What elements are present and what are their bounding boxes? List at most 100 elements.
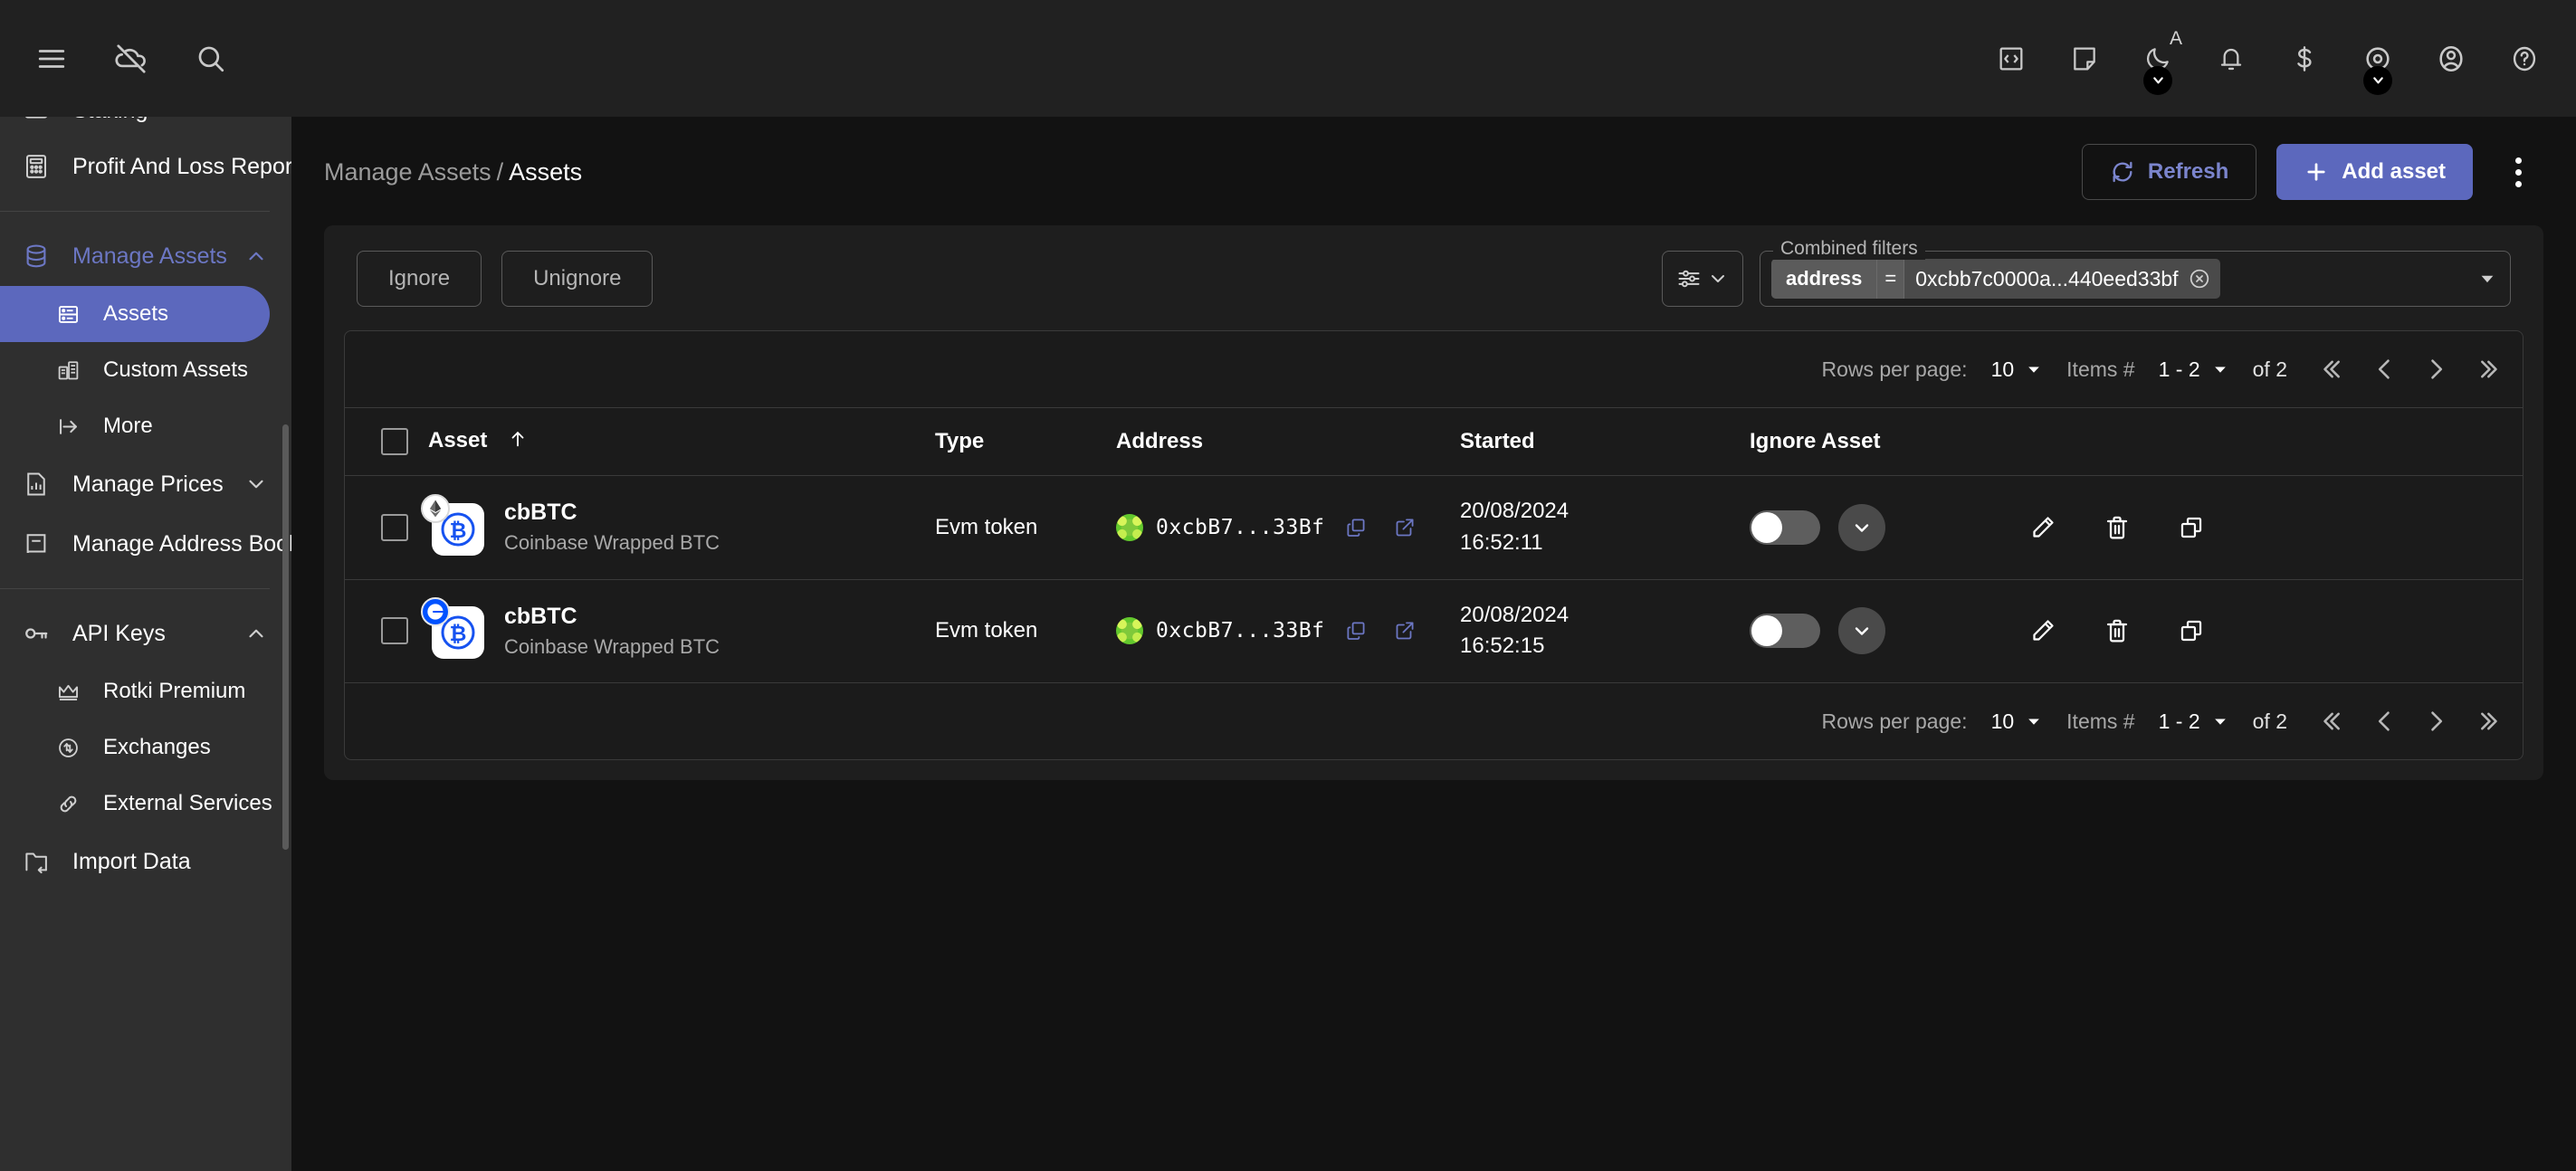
- address-cell: 0xcbB7...33Bf: [1116, 475, 1460, 580]
- breadcrumb-parent[interactable]: Manage Assets: [324, 158, 491, 186]
- ignore-options-chevron-down-icon[interactable]: [1838, 503, 1885, 551]
- asset-full-name: Coinbase Wrapped BTC: [504, 634, 720, 658]
- rows-per-page-select[interactable]: 10: [1991, 709, 2044, 734]
- duplicate-asset-icon[interactable]: [2170, 506, 2213, 549]
- filter-chip-key: address: [1771, 259, 1877, 299]
- sidebar-item-staking[interactable]: Staking: [0, 117, 291, 137]
- sidebar-item-label: More: [103, 414, 153, 438]
- sidebar-item-rotki-premium[interactable]: Rotki Premium: [0, 663, 270, 719]
- address-blockie-avatar: [1116, 617, 1143, 645]
- privacy-eye-icon[interactable]: [2352, 33, 2404, 95]
- search-icon[interactable]: [185, 33, 237, 85]
- first-page-icon[interactable]: [2322, 709, 2347, 734]
- sidebar-item-more[interactable]: More: [0, 398, 270, 454]
- custom-assets-icon: [45, 358, 91, 383]
- filter-chip-address[interactable]: address = 0xcbb7c0000a...440eed33bf: [1771, 259, 2220, 299]
- sidebar-item-manage-address-book[interactable]: Manage Address Book: [0, 514, 291, 574]
- previous-page-icon[interactable]: [2372, 709, 2398, 734]
- theme-chevron-down-icon[interactable]: [2143, 65, 2172, 95]
- column-header-type[interactable]: Type: [935, 407, 1116, 476]
- started-date: 20/08/2024: [1460, 499, 1569, 523]
- copy-address-icon[interactable]: [1338, 509, 1374, 546]
- ignore-options-chevron-down-icon[interactable]: [1838, 607, 1885, 655]
- currency-dollar-icon[interactable]: [2278, 33, 2331, 85]
- sidebar-scrollbar[interactable]: [282, 424, 289, 850]
- sidebar-group-api-keys[interactable]: API Keys: [0, 604, 291, 663]
- copy-address-icon[interactable]: [1338, 613, 1374, 649]
- open-in-explorer-icon[interactable]: [1387, 509, 1423, 546]
- row-checkbox[interactable]: [381, 617, 408, 645]
- select-all-checkbox[interactable]: [381, 428, 408, 455]
- previous-page-icon[interactable]: [2372, 357, 2398, 382]
- more-options-icon[interactable]: [2493, 147, 2543, 197]
- ignore-asset-toggle[interactable]: [1750, 614, 1820, 649]
- chevron-up-icon[interactable]: [244, 622, 268, 645]
- note-icon[interactable]: [2058, 33, 2111, 85]
- plus-icon: [2304, 159, 2329, 185]
- notifications-bell-icon[interactable]: [2205, 33, 2257, 85]
- delete-asset-icon[interactable]: [2095, 609, 2139, 652]
- next-page-icon[interactable]: [2423, 357, 2448, 382]
- menu-icon[interactable]: [25, 33, 78, 85]
- filter-toolbar: Ignore Unignore Combined filters address…: [344, 238, 2524, 307]
- select-all-header: [345, 407, 428, 476]
- filter-settings-button[interactable]: [1662, 251, 1743, 307]
- cloud-off-icon[interactable]: [105, 33, 157, 85]
- chevron-down-icon: [2025, 712, 2043, 730]
- chevron-down-icon[interactable]: [244, 472, 268, 496]
- column-header-address[interactable]: Address: [1116, 407, 1460, 476]
- sidebar-group-manage-assets[interactable]: Manage Assets: [0, 226, 291, 286]
- row-checkbox[interactable]: [381, 513, 408, 541]
- sidebar-scroll-area[interactable]: Staking Profit And Loss Report Manage As…: [0, 117, 291, 1171]
- sidebar-item-import-data[interactable]: Import Data: [0, 832, 291, 891]
- account-icon[interactable]: [2425, 33, 2477, 85]
- crown-icon: [45, 680, 91, 704]
- sidebar-item-label: Staking: [72, 117, 148, 124]
- items-total-label: of 2: [2252, 709, 2287, 733]
- table-row[interactable]: ₿ cbBTC Coinbase Wrapped BTC Evm token 0…: [345, 579, 2523, 684]
- delete-asset-icon[interactable]: [2095, 506, 2139, 549]
- chevron-up-icon[interactable]: [244, 244, 268, 268]
- open-in-explorer-icon[interactable]: [1387, 613, 1423, 649]
- chevron-down-icon: [2211, 360, 2229, 378]
- ignore-asset-toggle[interactable]: [1750, 509, 1820, 545]
- items-range-select[interactable]: 1 - 2: [2159, 357, 2229, 382]
- combined-filters-field[interactable]: Combined filters address = 0xcbb7c0000a.…: [1760, 238, 2511, 307]
- sidebar-item-profit-and-loss-report[interactable]: Profit And Loss Report: [0, 137, 291, 196]
- edit-asset-icon[interactable]: [2021, 506, 2065, 549]
- first-page-icon[interactable]: [2322, 357, 2347, 382]
- table-head: Asset Type Address Started Ignore Asset: [345, 407, 2523, 476]
- help-icon[interactable]: [2498, 33, 2551, 85]
- chevron-down-icon: [1707, 268, 1729, 290]
- svg-text:₿: ₿: [450, 519, 467, 543]
- refresh-button[interactable]: Refresh: [2081, 144, 2257, 200]
- combined-filters-dropdown-icon[interactable]: [2477, 269, 2497, 289]
- prices-chart-icon: [11, 471, 62, 498]
- items-range-select[interactable]: 1 - 2: [2159, 709, 2229, 734]
- table-row[interactable]: ₿ cbBTC Coinbase Wrapped BTC Evm token 0…: [345, 475, 2523, 580]
- sidebar-item-external-services[interactable]: External Services: [0, 776, 272, 832]
- ignore-button[interactable]: Ignore: [357, 251, 482, 307]
- privacy-chevron-down-icon[interactable]: [2363, 65, 2392, 95]
- theme-moon-icon[interactable]: A: [2132, 29, 2184, 95]
- add-asset-button[interactable]: Add asset: [2276, 144, 2473, 200]
- filter-chip-remove-icon[interactable]: [2188, 267, 2211, 290]
- rows-per-page-select[interactable]: 10: [1991, 357, 2044, 382]
- last-page-icon[interactable]: [2474, 357, 2499, 382]
- duplicate-asset-icon[interactable]: [2170, 609, 2213, 652]
- last-page-icon[interactable]: [2474, 709, 2499, 734]
- asset-icon-group: ₿: [421, 493, 484, 556]
- next-page-icon[interactable]: [2423, 709, 2448, 734]
- sidebar-item-custom-assets[interactable]: Custom Assets: [0, 342, 270, 398]
- refresh-label: Refresh: [2147, 159, 2229, 184]
- unignore-button[interactable]: Unignore: [501, 251, 654, 307]
- sidebar-item-exchanges[interactable]: Exchanges: [0, 719, 270, 776]
- sidebar-item-staking-partial[interactable]: Staking: [0, 117, 291, 137]
- sidebar-item-assets[interactable]: Assets: [0, 286, 270, 342]
- code-icon[interactable]: [1985, 33, 2037, 85]
- edit-asset-icon[interactable]: [2021, 609, 2065, 652]
- column-header-started[interactable]: Started: [1460, 407, 1750, 476]
- refresh-icon: [2110, 159, 2135, 185]
- sidebar-group-manage-prices[interactable]: Manage Prices: [0, 454, 291, 514]
- column-header-asset[interactable]: Asset: [428, 407, 935, 476]
